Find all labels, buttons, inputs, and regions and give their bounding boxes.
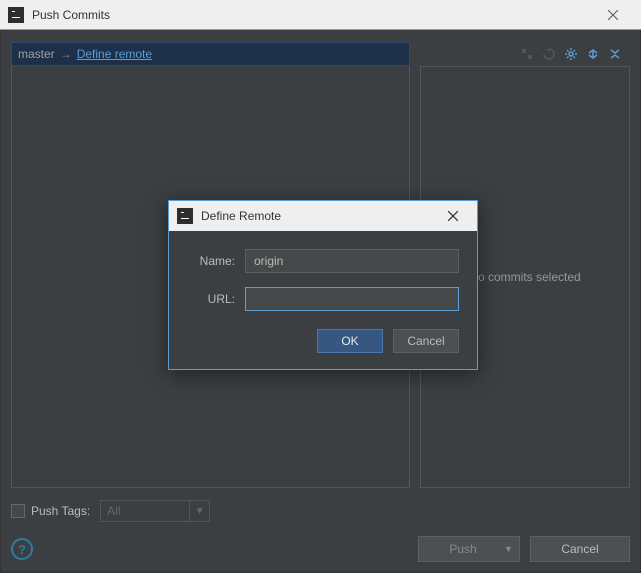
modal-titlebar: Define Remote [169,201,477,231]
revert-icon[interactable] [540,45,558,63]
url-row: URL: [187,287,459,311]
ok-button[interactable]: OK [317,329,383,353]
modal-close-button[interactable] [437,202,469,230]
local-branch-label: master [18,47,55,61]
push-tags-value: All [100,500,190,522]
modal-body: Name: URL: OK Cancel [169,231,477,369]
url-input[interactable] [245,287,459,311]
button-row: ? Push ▼ Cancel [11,536,630,562]
no-commits-label: No commits selected [469,270,580,284]
push-tags-label: Push Tags: [31,504,90,518]
window-close-button[interactable] [593,1,633,29]
url-label: URL: [187,292,245,306]
push-dropdown-button[interactable]: ▼ [498,536,520,562]
close-icon [448,211,458,221]
chevron-down-icon: ▼ [190,500,210,522]
details-toolbar [420,42,630,66]
help-button[interactable]: ? [11,538,33,560]
define-remote-link[interactable]: Define remote [77,47,152,61]
diff-icon[interactable] [518,45,536,63]
window-title: Push Commits [32,8,593,22]
modal-cancel-button[interactable]: Cancel [393,329,459,353]
help-icon: ? [18,542,26,557]
button-group: Push ▼ Cancel [418,536,630,562]
push-tags-row: Push Tags: All ▼ [11,500,630,522]
name-label: Name: [187,254,245,268]
name-input[interactable] [245,249,459,273]
app-icon [8,7,24,23]
close-icon [608,10,618,20]
define-remote-dialog: Define Remote Name: URL: OK Cancel [168,200,478,370]
push-tags-combo[interactable]: All ▼ [100,500,210,522]
cancel-button[interactable]: Cancel [530,536,630,562]
expand-icon[interactable] [584,45,602,63]
window-titlebar: Push Commits [0,0,641,30]
arrow-icon: → [60,47,72,61]
modal-buttons: OK Cancel [187,329,459,353]
branch-bar: master → Define remote [11,42,410,66]
modal-title: Define Remote [201,209,437,223]
app-icon [177,208,193,224]
push-button[interactable]: Push [418,536,508,562]
collapse-icon[interactable] [606,45,624,63]
gear-icon[interactable] [562,45,580,63]
push-tags-checkbox[interactable] [11,504,25,518]
name-row: Name: [187,249,459,273]
